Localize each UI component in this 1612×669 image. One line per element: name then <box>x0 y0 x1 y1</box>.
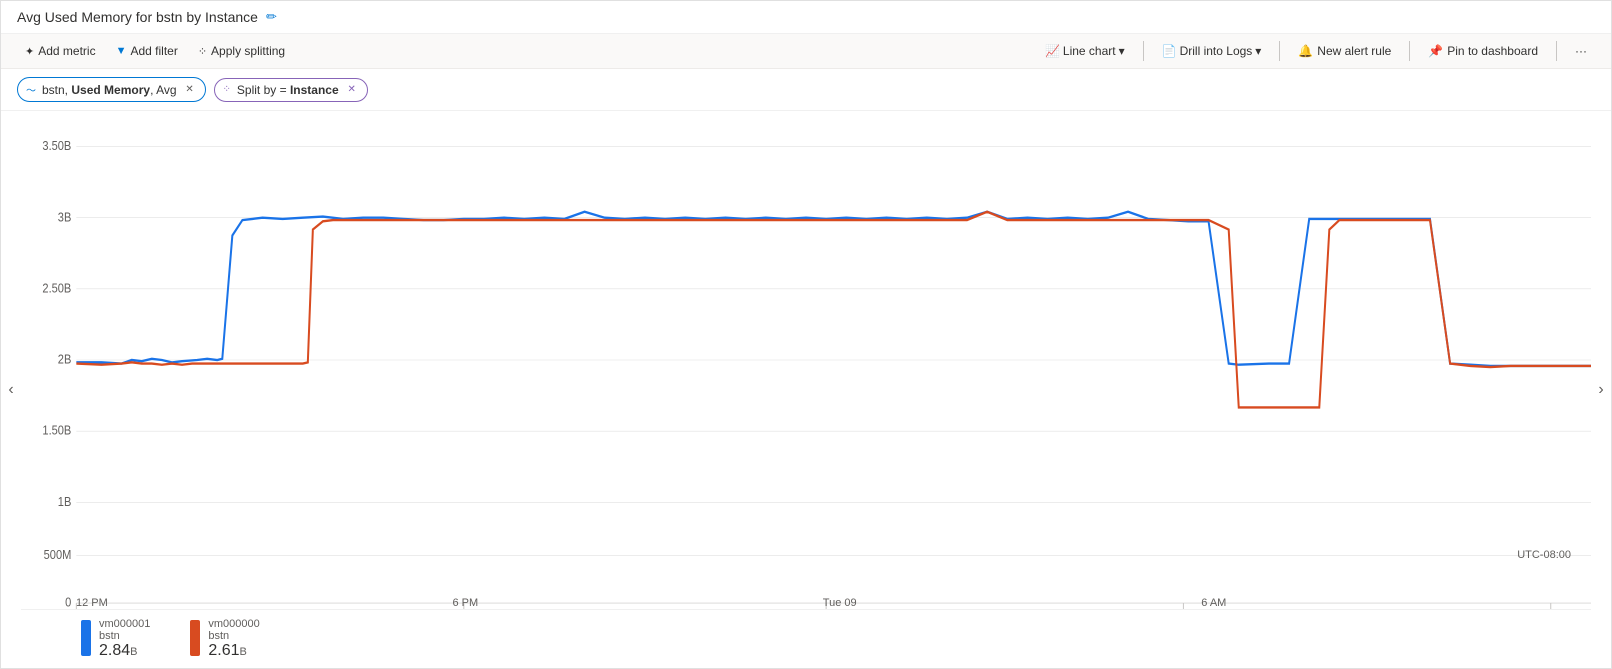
legend-item-0: vm000001 bstn 2.84B <box>81 618 150 660</box>
legend-instance-1: vm000000 <box>208 618 259 630</box>
split-chip-close[interactable]: ✕ <box>345 83 359 97</box>
toolbar-separator-2 <box>1279 41 1280 61</box>
chart-svg-area: .grid-line { stroke: #e0e0e0; stroke-wid… <box>21 111 1591 609</box>
drill-logs-icon: 📄 <box>1162 44 1177 58</box>
line-chart-chevron: ▾ <box>1119 44 1125 58</box>
x-axis-labels: 12 PM 6 PM Tue 09 6 AM <box>76 597 1571 609</box>
add-filter-button[interactable]: ▼ Add filter <box>108 40 186 62</box>
chart-inner: .grid-line { stroke: #e0e0e0; stroke-wid… <box>21 111 1591 668</box>
legend-text-1: vm000000 bstn 2.61B <box>208 618 259 660</box>
chart-container: ‹ .grid-line { stroke: #e0e0e0; stroke-w… <box>1 111 1611 668</box>
add-filter-label: Add filter <box>130 44 177 58</box>
legend-color-box-1 <box>190 620 200 656</box>
apply-splitting-icon: ⁘ <box>198 45 207 58</box>
add-filter-icon: ▼ <box>116 45 127 57</box>
legend-item-1: vm000000 bstn 2.61B <box>190 618 259 660</box>
toolbar: ✦ Add metric ▼ Add filter ⁘ Apply splitt… <box>1 34 1611 69</box>
metric-chip: 〜 bstn, Used Memory, Avg ✕ <box>17 77 206 102</box>
chart-svg: .grid-line { stroke: #e0e0e0; stroke-wid… <box>21 111 1591 609</box>
add-metric-label: Add metric <box>38 44 95 58</box>
legend-value-0: 2.84B <box>99 642 150 660</box>
line-chart-label: Line chart <box>1063 44 1116 58</box>
legend-value-1: 2.61B <box>208 642 259 660</box>
toolbar-separator-4 <box>1556 41 1557 61</box>
metric-chip-icon: 〜 <box>26 82 36 97</box>
svg-text:3B: 3B <box>58 209 72 224</box>
toolbar-right: 📈 Line chart ▾ 📄 Drill into Logs ▾ 🔔 New… <box>1037 40 1595 62</box>
toolbar-separator-3 <box>1409 41 1410 61</box>
chart-nav-left[interactable]: ‹ <box>1 111 21 668</box>
svg-text:0: 0 <box>65 595 71 609</box>
apply-splitting-button[interactable]: ⁘ Apply splitting <box>190 40 293 62</box>
drill-into-logs-button[interactable]: 📄 Drill into Logs ▾ <box>1154 40 1270 62</box>
x-label-12pm: 12 PM <box>76 597 108 609</box>
x-label-6pm: 6 PM <box>452 597 478 609</box>
legend-ns-1: bstn <box>208 630 259 642</box>
more-icon: ··· <box>1575 44 1587 58</box>
pin-to-dashboard-button[interactable]: 📌 Pin to dashboard <box>1420 40 1546 62</box>
new-alert-rule-button[interactable]: 🔔 New alert rule <box>1290 40 1399 62</box>
split-chip-icon: ⁘ <box>223 84 231 95</box>
svg-text:500M: 500M <box>44 547 72 562</box>
toolbar-left: ✦ Add metric ▼ Add filter ⁘ Apply splitt… <box>17 40 293 62</box>
svg-text:1.50B: 1.50B <box>42 423 71 438</box>
line-chart-button[interactable]: 📈 Line chart ▾ <box>1037 40 1133 62</box>
add-metric-button[interactable]: ✦ Add metric <box>17 40 104 62</box>
legend-color-box-0 <box>81 620 91 656</box>
new-alert-label: New alert rule <box>1317 44 1391 58</box>
metric-chip-close[interactable]: ✕ <box>183 83 197 97</box>
metric-chip-text: bstn, Used Memory, Avg <box>42 83 177 97</box>
drill-logs-chevron: ▾ <box>1255 44 1261 58</box>
svg-text:2B: 2B <box>58 352 72 367</box>
title-bar: Avg Used Memory for bstn by Instance ✏ <box>1 1 1611 34</box>
add-metric-icon: ✦ <box>25 45 34 58</box>
drill-logs-label: Drill into Logs <box>1180 44 1253 58</box>
alert-icon: 🔔 <box>1298 44 1313 58</box>
pin-icon: 📌 <box>1428 44 1443 58</box>
svg-text:1B: 1B <box>58 494 72 509</box>
chart-nav-right[interactable]: › <box>1591 111 1611 668</box>
apply-splitting-label: Apply splitting <box>211 44 285 58</box>
filter-bar: 〜 bstn, Used Memory, Avg ✕ ⁘ Split by = … <box>1 69 1611 111</box>
svg-text:2.50B: 2.50B <box>42 281 71 296</box>
chart-title: Avg Used Memory for bstn by Instance <box>17 9 258 25</box>
x-label-6am: 6 AM <box>1201 597 1226 609</box>
pin-label: Pin to dashboard <box>1447 44 1538 58</box>
legend-bar: vm000001 bstn 2.84B vm000000 bstn 2.61B <box>21 609 1591 668</box>
line-chart-icon: 📈 <box>1045 44 1060 58</box>
utc-label: UTC-08:00 <box>1517 549 1571 561</box>
x-label-tue09: Tue 09 <box>823 597 857 609</box>
toolbar-separator-1 <box>1143 41 1144 61</box>
edit-icon[interactable]: ✏ <box>266 9 277 25</box>
legend-instance-0: vm000001 <box>99 618 150 630</box>
legend-text-0: vm000001 bstn 2.84B <box>99 618 150 660</box>
more-options-button[interactable]: ··· <box>1567 40 1595 62</box>
legend-ns-0: bstn <box>99 630 150 642</box>
split-chip: ⁘ Split by = Instance ✕ <box>214 78 368 102</box>
svg-text:3.50B: 3.50B <box>42 138 71 153</box>
split-chip-text: Split by = Instance <box>237 83 339 97</box>
